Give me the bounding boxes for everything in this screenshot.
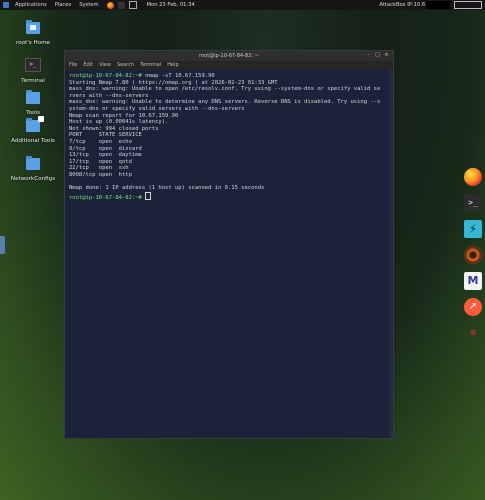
terminal-line: ystem-dns or specify valid servers with … (69, 106, 385, 113)
menu-applications[interactable]: Applications (11, 0, 51, 10)
line-text: mass_dns: warning: Unable to open /etc/r… (69, 86, 381, 93)
terminal-line: root@ip-10-67-84-82:~# (69, 191, 385, 202)
line-text (69, 179, 72, 185)
line-text: PORT STATE SERVICE (69, 132, 142, 139)
line-text: Host is up (0.00041s latency). (69, 119, 169, 126)
red-tool-icon[interactable]: ≋ (464, 324, 482, 342)
menu-view[interactable]: View (99, 61, 111, 70)
zap-icon[interactable]: ⚡ (464, 220, 482, 238)
shell-prompt: root@ip-10-67-84-82:~# (69, 73, 142, 79)
app-dock: >_ ⚡ M ➚ ≋ (461, 168, 485, 350)
line-text: 22/tcp open ssh (69, 165, 129, 172)
line-text: Nmap done: 1 IP address (1 host up) scan… (69, 185, 265, 192)
desktop-icon-home[interactable]: root's Home (8, 20, 58, 46)
terminal-line: Nmap scan report for 10.67.159.90 (69, 113, 385, 120)
line-text: Not shown: 994 closed ports (69, 125, 159, 132)
line-text: Starting Nmap 7.80 ( https://nmap.org ) … (69, 79, 278, 86)
terminal-titlebar[interactable]: root@ip-10-67-84-82: ~ – □ × (65, 51, 393, 61)
menu-help[interactable]: Help (167, 61, 178, 70)
desktop-icon-label: Terminal (21, 78, 45, 84)
terminal-line: 9/tcp open discard (69, 146, 385, 153)
top-panel: Applications Places System Mon 23 Feb, 0… (0, 0, 485, 10)
maximize-icon[interactable]: □ (375, 53, 380, 58)
terminal-launcher-icon[interactable] (117, 1, 125, 9)
folder-link-icon (26, 116, 44, 132)
desktop-icon-terminal[interactable]: >_ Terminal (8, 58, 58, 84)
terminal-icon[interactable]: >_ (464, 194, 482, 212)
folder-icon (26, 156, 40, 170)
desktop-icon-label: root's Home (16, 40, 50, 46)
terminal-line: mass_dns: warning: Unable to determine a… (69, 99, 385, 106)
terminal-icon: >_ (25, 58, 41, 72)
minimize-icon[interactable]: – (366, 53, 371, 58)
desktop-icon-label: NetworkConfigs (10, 176, 56, 182)
side-panel-handle[interactable] (0, 236, 5, 254)
terminal-line: root@ip-10-67-84-82:~# nmap -sT 10.67.15… (69, 73, 385, 80)
clock[interactable]: Mon 23 Feb, 01:34 (147, 0, 195, 10)
desktop-icon-tools[interactable]: Tools (8, 90, 58, 116)
shell-prompt: root@ip-10-67-84-82:~# (69, 194, 142, 201)
folder-icon (26, 90, 40, 104)
line-text: nmap -sT 10.67.159.90 (141, 73, 215, 79)
terminal-menubar: File Edit View Search Terminal Help (65, 61, 393, 70)
terminal-output[interactable]: root@ip-10-67-84-82:~# nmap -sT 10.67.15… (65, 70, 389, 438)
panel-indicator[interactable] (454, 1, 482, 9)
terminal-line: 8008/tcp open http (69, 172, 385, 179)
terminal-window[interactable]: root@ip-10-67-84-82: ~ – □ × File Edit V… (64, 50, 394, 439)
line-text: Nmap scan report for 10.67.159.90 (69, 112, 179, 119)
terminal-line: 13/tcp open daytime (69, 152, 385, 159)
line-text: 8008/tcp open http (69, 171, 132, 178)
text-cursor (145, 191, 152, 200)
terminal-line: 7/tcp open echo (69, 139, 385, 146)
menu-search[interactable]: Search (117, 61, 134, 70)
terminal-scrollbar[interactable] (389, 70, 393, 438)
line-text: 17/tcp open qotd (69, 158, 132, 165)
desktop-icon-additional-tools[interactable]: Additional Tools (8, 116, 58, 144)
terminal-line: PORT STATE SERVICE (69, 132, 385, 139)
line-text: mass_dns: warning: Unable to determine a… (69, 99, 381, 106)
compass-icon[interactable]: ➚ (464, 298, 482, 316)
terminal-line: Not shown: 994 closed ports (69, 126, 385, 133)
menu-terminal[interactable]: Terminal (140, 61, 161, 70)
applications-icon[interactable] (3, 2, 9, 8)
menu-system[interactable]: System (75, 0, 102, 10)
terminal-line: Starting Nmap 7.80 ( https://nmap.org ) … (69, 80, 385, 87)
line-text: 13/tcp open daytime (69, 152, 142, 159)
line-text: 9/tcp open discard (69, 145, 142, 152)
terminal-line: rvers with --dns-servers (69, 93, 385, 100)
home-folder-icon (26, 20, 40, 34)
menu-file[interactable]: File (69, 61, 77, 70)
terminal-line: Host is up (0.00041s latency). (69, 119, 385, 126)
line-text: 7/tcp open echo (69, 138, 132, 145)
metasploit-icon[interactable]: M (464, 272, 482, 290)
close-icon[interactable]: × (384, 53, 389, 58)
desktop-icon-label: Tools (26, 110, 40, 116)
redacted-block (426, 1, 450, 9)
line-text: ystem-dns or specify valid servers with … (69, 105, 245, 112)
desktop-icon-label: Additional Tools (11, 138, 55, 144)
burp-icon[interactable] (464, 246, 482, 264)
firefox-icon[interactable] (464, 168, 482, 186)
menu-places[interactable]: Places (51, 0, 76, 10)
menu-edit[interactable]: Edit (83, 61, 93, 70)
terminal-line: mass_dns: warning: Unable to open /etc/r… (69, 86, 385, 93)
line-text: rvers with --dns-servers (69, 92, 149, 99)
terminal-line (69, 179, 385, 186)
terminal-line: Nmap done: 1 IP address (1 host up) scan… (69, 185, 385, 192)
firefox-launcher-icon[interactable] (106, 1, 114, 9)
terminal-line: 22/tcp open ssh (69, 165, 385, 172)
terminal-title: root@ip-10-67-84-82: ~ (199, 53, 259, 59)
window-list-icon[interactable] (128, 1, 137, 9)
terminal-line: 17/tcp open qotd (69, 159, 385, 166)
desktop-icon-networkconfigs[interactable]: NetworkConfigs (8, 156, 58, 182)
